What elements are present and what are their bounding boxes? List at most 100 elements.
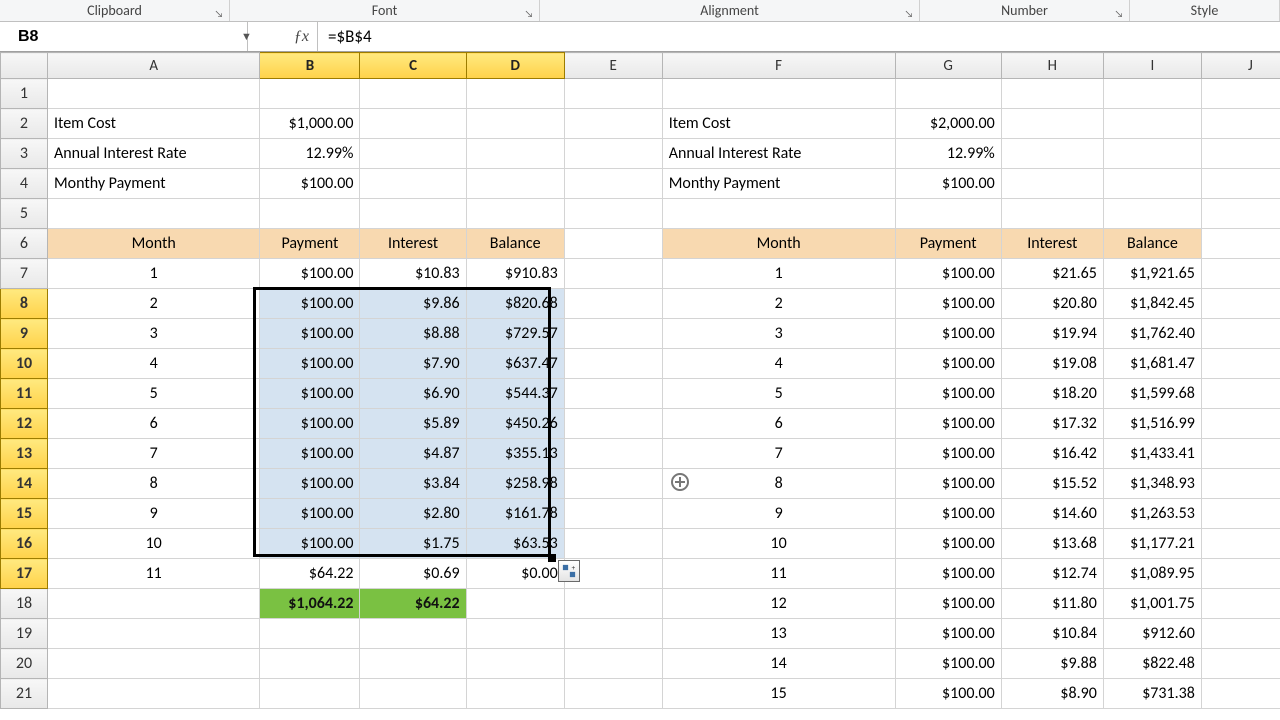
dialog-launcher-icon[interactable]: ↘	[213, 7, 225, 19]
cell-I1[interactable]	[1103, 79, 1201, 109]
cell-E20[interactable]	[564, 649, 662, 679]
row-header-16[interactable]: 16	[1, 529, 48, 559]
dialog-launcher-icon[interactable]: ↘	[523, 7, 535, 19]
cell-F12[interactable]: 6	[662, 409, 895, 439]
cell-C15[interactable]: $2.80	[360, 499, 466, 529]
cell-C3[interactable]	[360, 139, 466, 169]
cell-J1[interactable]	[1201, 79, 1280, 109]
cell-D5[interactable]	[466, 199, 564, 229]
cell-H12[interactable]: $17.32	[1001, 409, 1103, 439]
cell-I14[interactable]: $1,348.93	[1103, 469, 1201, 499]
cell-I2[interactable]	[1103, 109, 1201, 139]
cell-A5[interactable]	[47, 199, 259, 229]
cell-I15[interactable]: $1,263.53	[1103, 499, 1201, 529]
row-header-10[interactable]: 10	[1, 349, 48, 379]
cell-G7[interactable]: $100.00	[895, 259, 1001, 289]
column-header-I[interactable]: I	[1103, 53, 1201, 79]
cell-H13[interactable]: $16.42	[1001, 439, 1103, 469]
cell-H9[interactable]: $19.94	[1001, 319, 1103, 349]
cell-C1[interactable]	[360, 79, 466, 109]
row-header-3[interactable]: 3	[1, 139, 48, 169]
cell-E18[interactable]	[564, 589, 662, 619]
cell-C12[interactable]: $5.89	[360, 409, 466, 439]
cell-B18[interactable]: $1,064.22	[260, 589, 360, 619]
cell-B4[interactable]: $100.00	[260, 169, 360, 199]
formula-bar[interactable]: =$B$4	[318, 22, 1280, 51]
cell-I4[interactable]	[1103, 169, 1201, 199]
cell-E5[interactable]	[564, 199, 662, 229]
column-header-E[interactable]: E	[564, 53, 662, 79]
cell-H21[interactable]: $8.90	[1001, 679, 1103, 709]
cell-H11[interactable]: $18.20	[1001, 379, 1103, 409]
column-header-A[interactable]: A	[47, 53, 259, 79]
cell-F1[interactable]	[662, 79, 895, 109]
cell-G9[interactable]: $100.00	[895, 319, 1001, 349]
column-header-G[interactable]: G	[895, 53, 1001, 79]
cell-F19[interactable]: 13	[662, 619, 895, 649]
cell-A14[interactable]: 8	[47, 469, 259, 499]
cell-B8[interactable]: $100.00	[260, 289, 360, 319]
cell-F17[interactable]: 11	[662, 559, 895, 589]
cell-I12[interactable]: $1,516.99	[1103, 409, 1201, 439]
row-header-18[interactable]: 18	[1, 589, 48, 619]
cell-C11[interactable]: $6.90	[360, 379, 466, 409]
cell-A13[interactable]: 7	[47, 439, 259, 469]
cell-D15[interactable]: $161.78	[466, 499, 564, 529]
cell-I11[interactable]: $1,599.68	[1103, 379, 1201, 409]
cell-C5[interactable]	[360, 199, 466, 229]
row-header-11[interactable]: 11	[1, 379, 48, 409]
dialog-launcher-icon[interactable]: ↘	[903, 7, 915, 19]
cell-F11[interactable]: 5	[662, 379, 895, 409]
worksheet-area[interactable]: ABCDEFGHIJ 12Item Cost$1,000.00Item Cost…	[0, 52, 1280, 720]
cell-G15[interactable]: $100.00	[895, 499, 1001, 529]
cell-I17[interactable]: $1,089.95	[1103, 559, 1201, 589]
cell-B9[interactable]: $100.00	[260, 319, 360, 349]
cell-G6[interactable]: Payment	[895, 229, 1001, 259]
cell-B21[interactable]	[260, 679, 360, 709]
row-header-9[interactable]: 9	[1, 319, 48, 349]
cell-E14[interactable]	[564, 469, 662, 499]
cell-A3[interactable]: Annual Interest Rate	[47, 139, 259, 169]
cell-B12[interactable]: $100.00	[260, 409, 360, 439]
cell-A8[interactable]: 2	[47, 289, 259, 319]
dialog-launcher-icon[interactable]: ↘	[1113, 7, 1125, 19]
cell-J9[interactable]	[1201, 319, 1280, 349]
cell-C2[interactable]	[360, 109, 466, 139]
cell-F14[interactable]: 8	[662, 469, 895, 499]
cell-G17[interactable]: $100.00	[895, 559, 1001, 589]
row-header-8[interactable]: 8	[1, 289, 48, 319]
cell-A15[interactable]: 9	[47, 499, 259, 529]
cell-A18[interactable]	[47, 589, 259, 619]
cell-I8[interactable]: $1,842.45	[1103, 289, 1201, 319]
cell-B16[interactable]: $100.00	[260, 529, 360, 559]
cell-C6[interactable]: Interest	[360, 229, 466, 259]
cell-C21[interactable]	[360, 679, 466, 709]
cell-A9[interactable]: 3	[47, 319, 259, 349]
select-all-corner[interactable]	[1, 53, 48, 79]
cell-H14[interactable]: $15.52	[1001, 469, 1103, 499]
cell-F9[interactable]: 3	[662, 319, 895, 349]
column-header-D[interactable]: D	[466, 53, 564, 79]
cell-D4[interactable]	[466, 169, 564, 199]
cell-E16[interactable]	[564, 529, 662, 559]
cell-I5[interactable]	[1103, 199, 1201, 229]
cell-F16[interactable]: 10	[662, 529, 895, 559]
row-header-7[interactable]: 7	[1, 259, 48, 289]
cell-J6[interactable]	[1201, 229, 1280, 259]
cell-A19[interactable]	[47, 619, 259, 649]
cell-G19[interactable]: $100.00	[895, 619, 1001, 649]
cell-D20[interactable]	[466, 649, 564, 679]
column-header-C[interactable]: C	[360, 53, 466, 79]
cell-B7[interactable]: $100.00	[260, 259, 360, 289]
cell-H20[interactable]: $9.88	[1001, 649, 1103, 679]
cell-I6[interactable]: Balance	[1103, 229, 1201, 259]
cell-G3[interactable]: 12.99%	[895, 139, 1001, 169]
spreadsheet-grid[interactable]: ABCDEFGHIJ 12Item Cost$1,000.00Item Cost…	[0, 52, 1280, 709]
cell-G12[interactable]: $100.00	[895, 409, 1001, 439]
cell-F2[interactable]: Item Cost	[662, 109, 895, 139]
row-header-17[interactable]: 17	[1, 559, 48, 589]
cell-I16[interactable]: $1,177.21	[1103, 529, 1201, 559]
cell-C4[interactable]	[360, 169, 466, 199]
cell-B10[interactable]: $100.00	[260, 349, 360, 379]
cell-F21[interactable]: 15	[662, 679, 895, 709]
